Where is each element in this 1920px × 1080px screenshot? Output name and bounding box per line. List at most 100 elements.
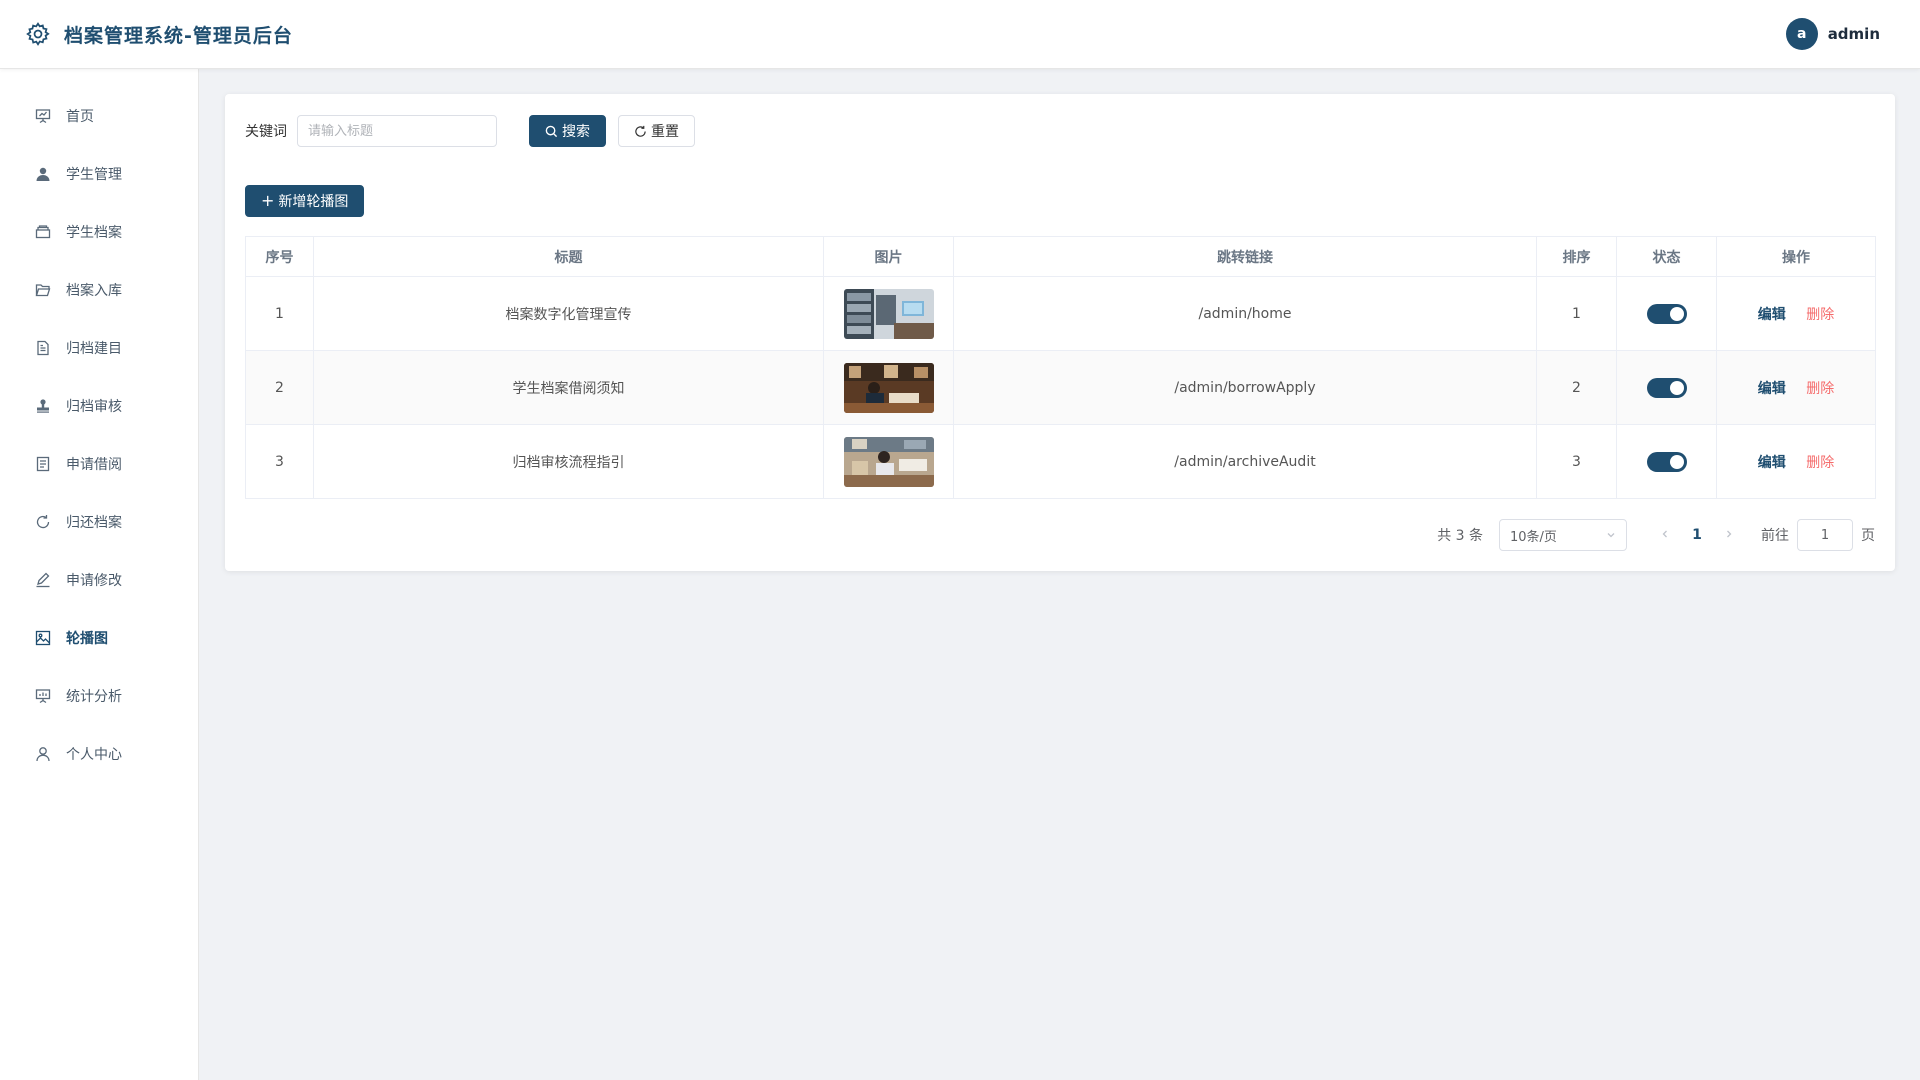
username[interactable]: admin bbox=[1828, 25, 1880, 43]
column-header-index: 序号 bbox=[245, 236, 314, 277]
sidebar-item-label: 个人中心 bbox=[66, 747, 122, 763]
sidebar-item-return-archive[interactable]: 归还档案 bbox=[0, 493, 198, 551]
sidebar-item-modify-apply[interactable]: 申请修改 bbox=[0, 551, 198, 609]
search-button-label: 搜索 bbox=[562, 124, 590, 140]
cell-link: /admin/home bbox=[953, 276, 1537, 351]
page-number[interactable]: 1 bbox=[1679, 527, 1715, 543]
cell-sort: 3 bbox=[1536, 424, 1617, 499]
cell-title: 学生档案借阅须知 bbox=[313, 350, 824, 425]
carousel-management-card: 关键词 搜索 重置 + 新增轮播图 序号 标题 图片 bbox=[225, 94, 1895, 571]
column-header-actions: 操作 bbox=[1716, 236, 1876, 277]
cell-link: /admin/borrowApply bbox=[953, 350, 1537, 425]
sidebar-item-label: 首页 bbox=[66, 109, 94, 125]
page-size-value: 10条/页 bbox=[1510, 529, 1557, 545]
table-header-row: 序号 标题 图片 跳转链接 排序 状态 操作 bbox=[245, 236, 1876, 277]
sidebar-item-label: 轮播图 bbox=[66, 631, 108, 647]
status-toggle[interactable] bbox=[1646, 303, 1687, 324]
edit-button[interactable]: 编辑 bbox=[1758, 307, 1786, 323]
sidebar-item-cataloging[interactable]: 归档建目 bbox=[0, 319, 198, 377]
sidebar-item-carousel[interactable]: 轮播图 bbox=[0, 609, 198, 667]
add-button-label: 新增轮播图 bbox=[278, 194, 349, 210]
pagination: 共 3 条 10条/页 1 前往 页 bbox=[1437, 519, 1875, 551]
search-bar: 关键词 搜索 重置 bbox=[245, 115, 695, 147]
user-icon bbox=[34, 745, 52, 763]
status-toggle[interactable] bbox=[1646, 377, 1687, 398]
sidebar-item-students[interactable]: 学生管理 bbox=[0, 145, 198, 203]
add-carousel-button[interactable]: + 新增轮播图 bbox=[245, 185, 365, 217]
column-header-sort: 排序 bbox=[1536, 236, 1617, 277]
cell-status bbox=[1616, 276, 1717, 351]
sidebar-item-statistics[interactable]: 统计分析 bbox=[0, 667, 198, 725]
search-input[interactable] bbox=[297, 115, 497, 147]
document-icon bbox=[34, 339, 52, 357]
delete-button[interactable]: 删除 bbox=[1806, 307, 1834, 323]
edit-pen-icon bbox=[34, 571, 52, 589]
sidebar-item-archive-storage[interactable]: 档案入库 bbox=[0, 261, 198, 319]
carousel-thumbnail[interactable] bbox=[843, 436, 934, 487]
reset-button[interactable]: 重置 bbox=[618, 115, 695, 147]
tickets-icon bbox=[34, 455, 52, 473]
table-row: 2 学生档案借阅须知 /admin/borrowApply 2 编辑 删除 bbox=[245, 350, 1876, 425]
cell-sort: 2 bbox=[1536, 350, 1617, 425]
top-header: 档案管理系统-管理员后台 a admin bbox=[0, 0, 1920, 69]
cell-actions: 编辑 删除 bbox=[1716, 424, 1876, 499]
cell-link: /admin/archiveAudit bbox=[953, 424, 1537, 499]
goto-page-input[interactable] bbox=[1797, 519, 1853, 551]
column-header-link: 跳转链接 bbox=[953, 236, 1537, 277]
cell-status bbox=[1616, 350, 1717, 425]
cell-actions: 编辑 删除 bbox=[1716, 276, 1876, 351]
sidebar-item-label: 申请修改 bbox=[66, 573, 122, 589]
prev-page-button[interactable] bbox=[1651, 527, 1679, 543]
carousel-table: 序号 标题 图片 跳转链接 排序 状态 操作 1 档案数字化管理宣传 /admi… bbox=[245, 236, 1876, 499]
chevron-left-icon bbox=[1662, 530, 1667, 538]
carousel-thumbnail[interactable] bbox=[843, 288, 934, 339]
cell-index: 3 bbox=[245, 424, 314, 499]
sidebar-item-home[interactable]: 首页 bbox=[0, 87, 198, 145]
delete-button[interactable]: 删除 bbox=[1806, 381, 1834, 397]
goto-suffix: 页 bbox=[1861, 528, 1875, 544]
table-row: 3 归档审核流程指引 /admin/archiveAudit 3 编辑 删除 bbox=[245, 424, 1876, 499]
user-menu[interactable]: a admin bbox=[1785, 18, 1880, 50]
edit-button[interactable]: 编辑 bbox=[1758, 381, 1786, 397]
refresh-icon bbox=[635, 125, 646, 137]
folder-open-icon bbox=[34, 281, 52, 299]
cell-index: 1 bbox=[245, 276, 314, 351]
refresh-icon bbox=[34, 513, 52, 531]
status-toggle[interactable] bbox=[1646, 451, 1687, 472]
sidebar: 首页 学生管理 学生档案 档案入库 归档建目 归档审核 申请借阅 归还档案 申请… bbox=[0, 69, 199, 1080]
sidebar-item-archive-audit[interactable]: 归档审核 bbox=[0, 377, 198, 435]
reset-button-label: 重置 bbox=[651, 124, 679, 140]
carousel-thumbnail[interactable] bbox=[843, 362, 934, 413]
sidebar-item-label: 归档建目 bbox=[66, 341, 122, 357]
sidebar-item-student-archives[interactable]: 学生档案 bbox=[0, 203, 198, 261]
brand: 档案管理系统-管理员后台 bbox=[24, 20, 293, 48]
sidebar-item-label: 学生管理 bbox=[66, 167, 122, 183]
sidebar-item-label: 学生档案 bbox=[66, 225, 122, 241]
column-header-title: 标题 bbox=[313, 236, 824, 277]
search-icon bbox=[545, 125, 558, 137]
sidebar-item-borrow-apply[interactable]: 申请借阅 bbox=[0, 435, 198, 493]
search-button[interactable]: 搜索 bbox=[529, 115, 606, 147]
cell-index: 2 bbox=[245, 350, 314, 425]
plus-icon: + bbox=[261, 191, 275, 210]
sidebar-item-profile[interactable]: 个人中心 bbox=[0, 725, 198, 783]
next-page-button[interactable] bbox=[1715, 527, 1743, 543]
stamp-icon bbox=[34, 397, 52, 415]
page-size-select[interactable]: 10条/页 bbox=[1499, 519, 1627, 551]
gear-icon bbox=[24, 20, 52, 48]
sidebar-item-label: 档案入库 bbox=[66, 283, 122, 299]
avatar[interactable]: a bbox=[1785, 18, 1818, 50]
sidebar-item-label: 归档审核 bbox=[66, 399, 122, 415]
cell-title: 档案数字化管理宣传 bbox=[313, 276, 824, 351]
cell-image bbox=[823, 424, 954, 499]
column-header-status: 状态 bbox=[1616, 236, 1717, 277]
edit-button[interactable]: 编辑 bbox=[1758, 455, 1786, 471]
column-header-image: 图片 bbox=[823, 236, 954, 277]
cell-status bbox=[1616, 424, 1717, 499]
sidebar-item-label: 申请借阅 bbox=[66, 457, 122, 473]
delete-button[interactable]: 删除 bbox=[1806, 455, 1834, 471]
cell-title: 归档审核流程指引 bbox=[313, 424, 824, 499]
cell-image bbox=[823, 350, 954, 425]
toolbar: + 新增轮播图 bbox=[245, 185, 365, 217]
box-icon bbox=[34, 223, 52, 241]
